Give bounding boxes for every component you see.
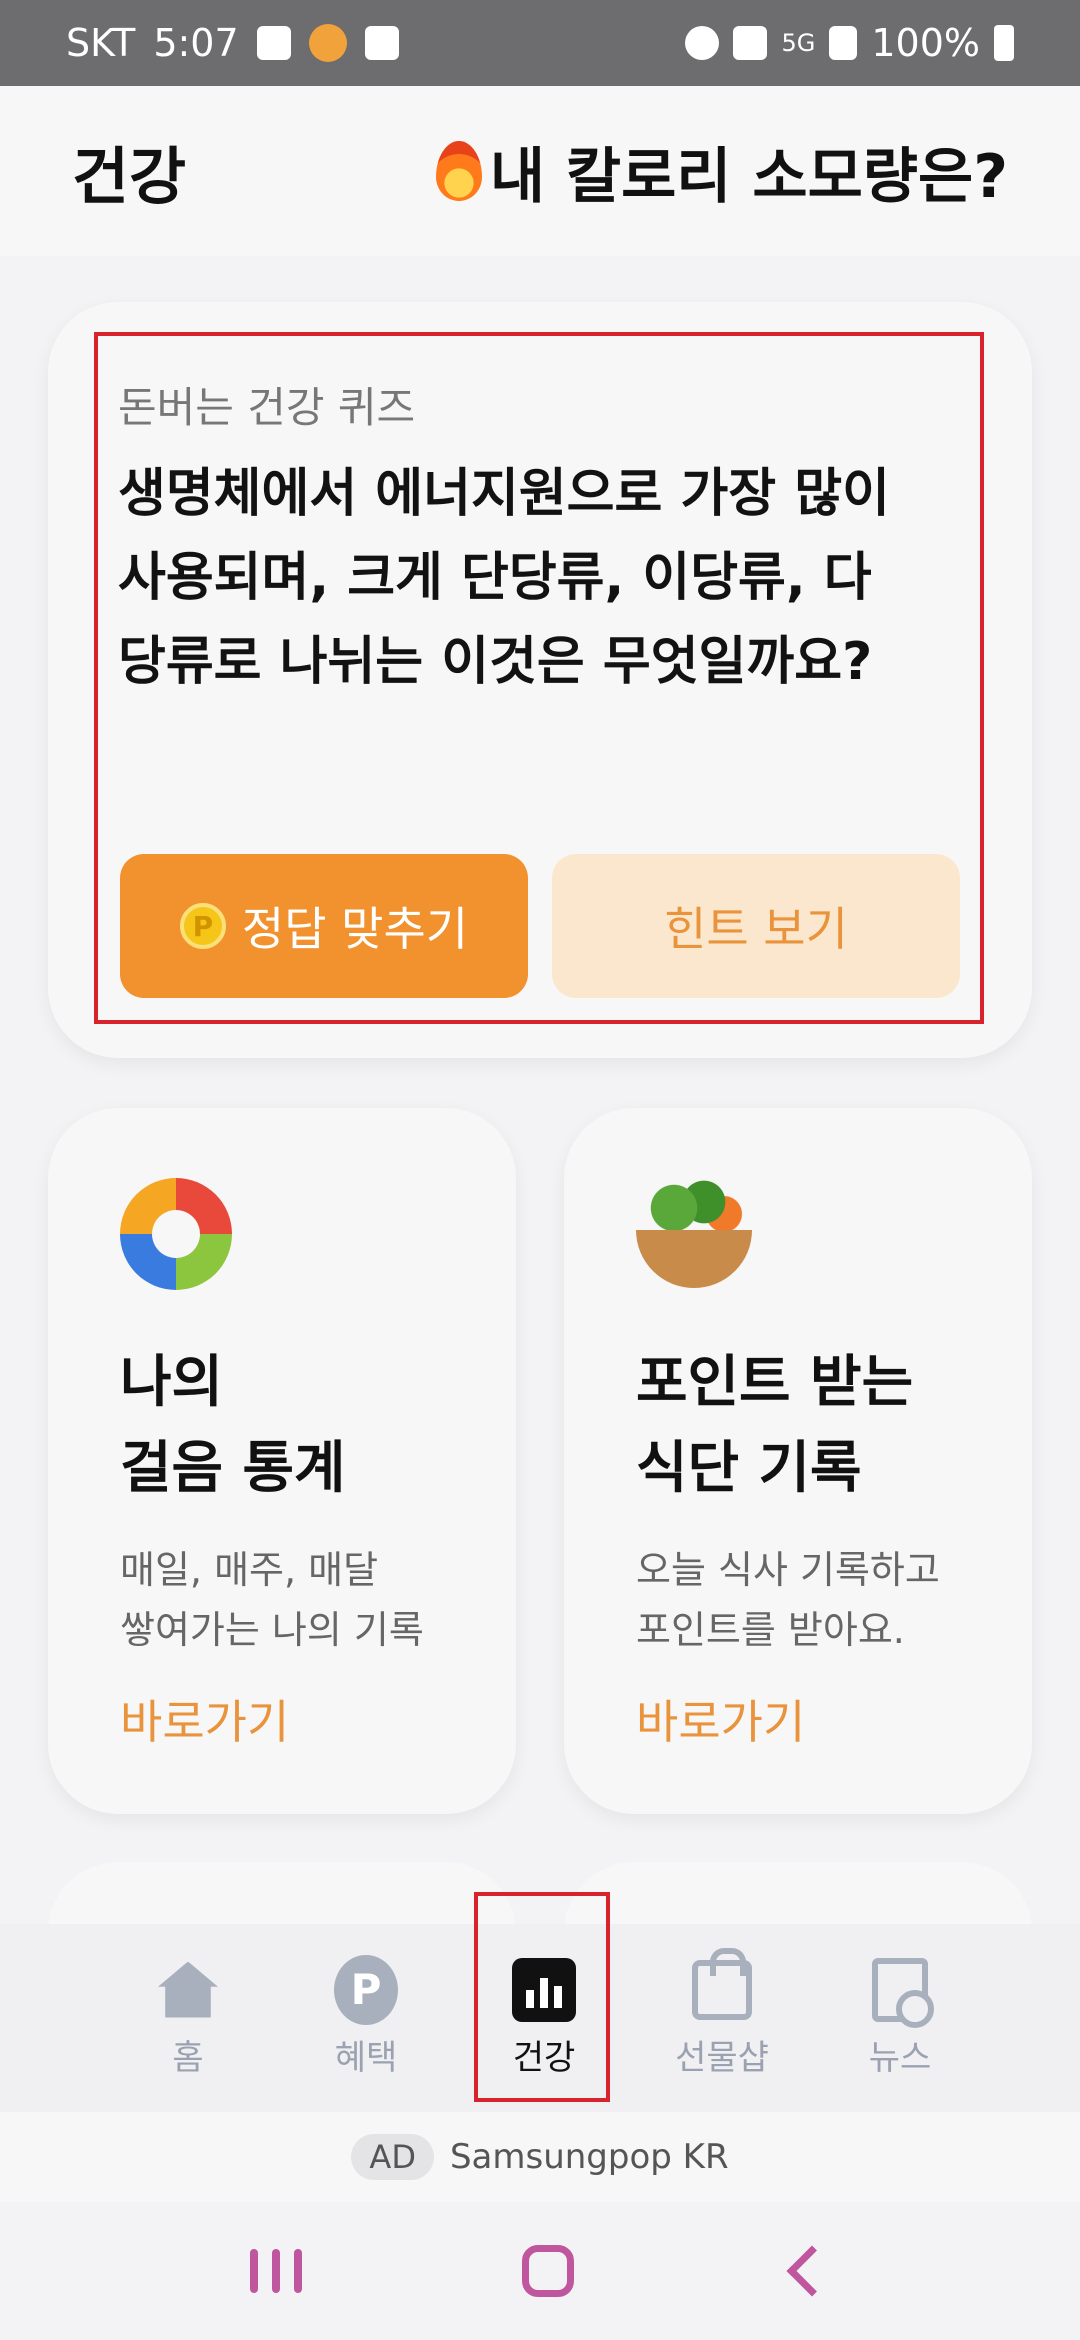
step-stats-card[interactable]: 나의 걸음 통계 매일, 매주, 매달 쌓여가는 나의 기록 바로가기: [48, 1108, 516, 1814]
points-icon: P: [334, 1954, 398, 2025]
step-stats-title: 나의 걸음 통계: [120, 1340, 346, 1512]
battery-label: 100%: [871, 21, 980, 65]
meal-log-title-line2: 식단 기록: [636, 1436, 862, 1501]
nav-tab-news[interactable]: 뉴스: [811, 1924, 989, 2112]
device-icon: [364, 26, 399, 60]
back-icon[interactable]: [786, 2245, 838, 2297]
meal-log-desc-line2: 포인트를 받아요.: [636, 1608, 905, 1652]
battery-icon: [994, 25, 1014, 61]
gallery-icon: [256, 26, 291, 60]
show-hint-button[interactable]: 힌트 보기: [552, 854, 960, 998]
nav-highlight-frame: [474, 1892, 610, 2102]
step-stats-title-line2: 걸음 통계: [120, 1436, 346, 1501]
nav-tab-benefits-label: 혜택: [334, 2037, 398, 2078]
meal-log-shortcut-link[interactable]: 바로가기: [636, 1686, 805, 1752]
status-bar: SKT 5:07 5G 100%: [0, 0, 1080, 86]
meal-log-title-line1: 포인트 받는: [636, 1350, 914, 1415]
answer-quiz-label: 정답 맞추기: [241, 902, 469, 956]
ad-badge: AD: [351, 2134, 434, 2180]
nav-tab-giftshop[interactable]: 선물샵: [633, 1924, 811, 2112]
quiz-question: 생명체에서 에너지원으로 가장 많이 사용되며, 크게 단당류, 이당류, 다당…: [118, 464, 890, 692]
shopping-bag-icon: [690, 1947, 754, 2022]
calorie-promo-link[interactable]: 내 칼로리 소모량은?: [435, 128, 1008, 215]
health-quiz-card: 돈버는 건강 퀴즈 생명체에서 에너지원으로 가장 많이 사용되며, 크게 단당…: [48, 302, 1032, 1058]
carrier-label: SKT: [66, 21, 136, 65]
recent-apps-icon[interactable]: [250, 2249, 302, 2293]
step-stats-desc: 매일, 매주, 매달 쌓여가는 나의 기록: [120, 1540, 424, 1660]
network-label: 5G: [781, 29, 816, 57]
step-stats-title-line1: 나의: [120, 1350, 224, 1415]
nav-tab-giftshop-label: 선물샵: [675, 2037, 769, 2078]
nav-tab-home[interactable]: 홈: [99, 1924, 277, 2112]
nav-tab-benefits[interactable]: P 혜택: [277, 1924, 455, 2112]
quiz-eyebrow: 돈버는 건강 퀴즈: [118, 383, 416, 432]
meal-log-title: 포인트 받는 식단 기록: [636, 1340, 913, 1512]
news-search-icon: [868, 1957, 934, 2028]
calorie-promo-label: 내 칼로리 소모량은?: [489, 141, 1008, 212]
ad-text: Samsungpop KR: [449, 2137, 729, 2177]
step-stats-desc-line2: 쌓여가는 나의 기록: [120, 1608, 424, 1652]
meal-log-desc-line1: 오늘 식사 기록하고: [636, 1548, 940, 1592]
ad-banner[interactable]: AD Samsungpop KR: [0, 2112, 1080, 2202]
step-stats-desc-line1: 매일, 매주, 매달: [120, 1548, 379, 1592]
donut-chart-icon: [120, 1178, 240, 1298]
nav-tab-home-label: 홈: [172, 2037, 204, 2078]
fire-icon: [435, 141, 482, 201]
vegetable-bowl-icon: [636, 1178, 756, 1298]
home-button-icon[interactable]: [522, 2245, 574, 2297]
page-title: 건강: [72, 140, 187, 213]
mute-icon: [733, 26, 768, 60]
alarm-icon: [685, 26, 720, 60]
meal-log-desc: 오늘 식사 기록하고 포인트를 받아요.: [636, 1540, 940, 1660]
time-label: 5:07: [153, 21, 239, 65]
app-coin-icon: [308, 24, 347, 62]
nav-tab-news-label: 뉴스: [868, 2037, 932, 2078]
meal-log-card[interactable]: 포인트 받는 식단 기록 오늘 식사 기록하고 포인트를 받아요. 바로가기: [564, 1108, 1032, 1814]
system-nav-bar: [0, 2202, 1080, 2340]
answer-quiz-button[interactable]: P 정답 맞추기: [120, 854, 528, 998]
signal-icon: [829, 26, 858, 60]
point-coin-icon: P: [179, 903, 226, 949]
points-icon-letter: P: [334, 1954, 398, 2025]
step-stats-shortcut-link[interactable]: 바로가기: [120, 1686, 289, 1752]
page-header: 건강 내 칼로리 소모량은?: [0, 86, 1080, 256]
home-icon: [156, 1958, 220, 2022]
